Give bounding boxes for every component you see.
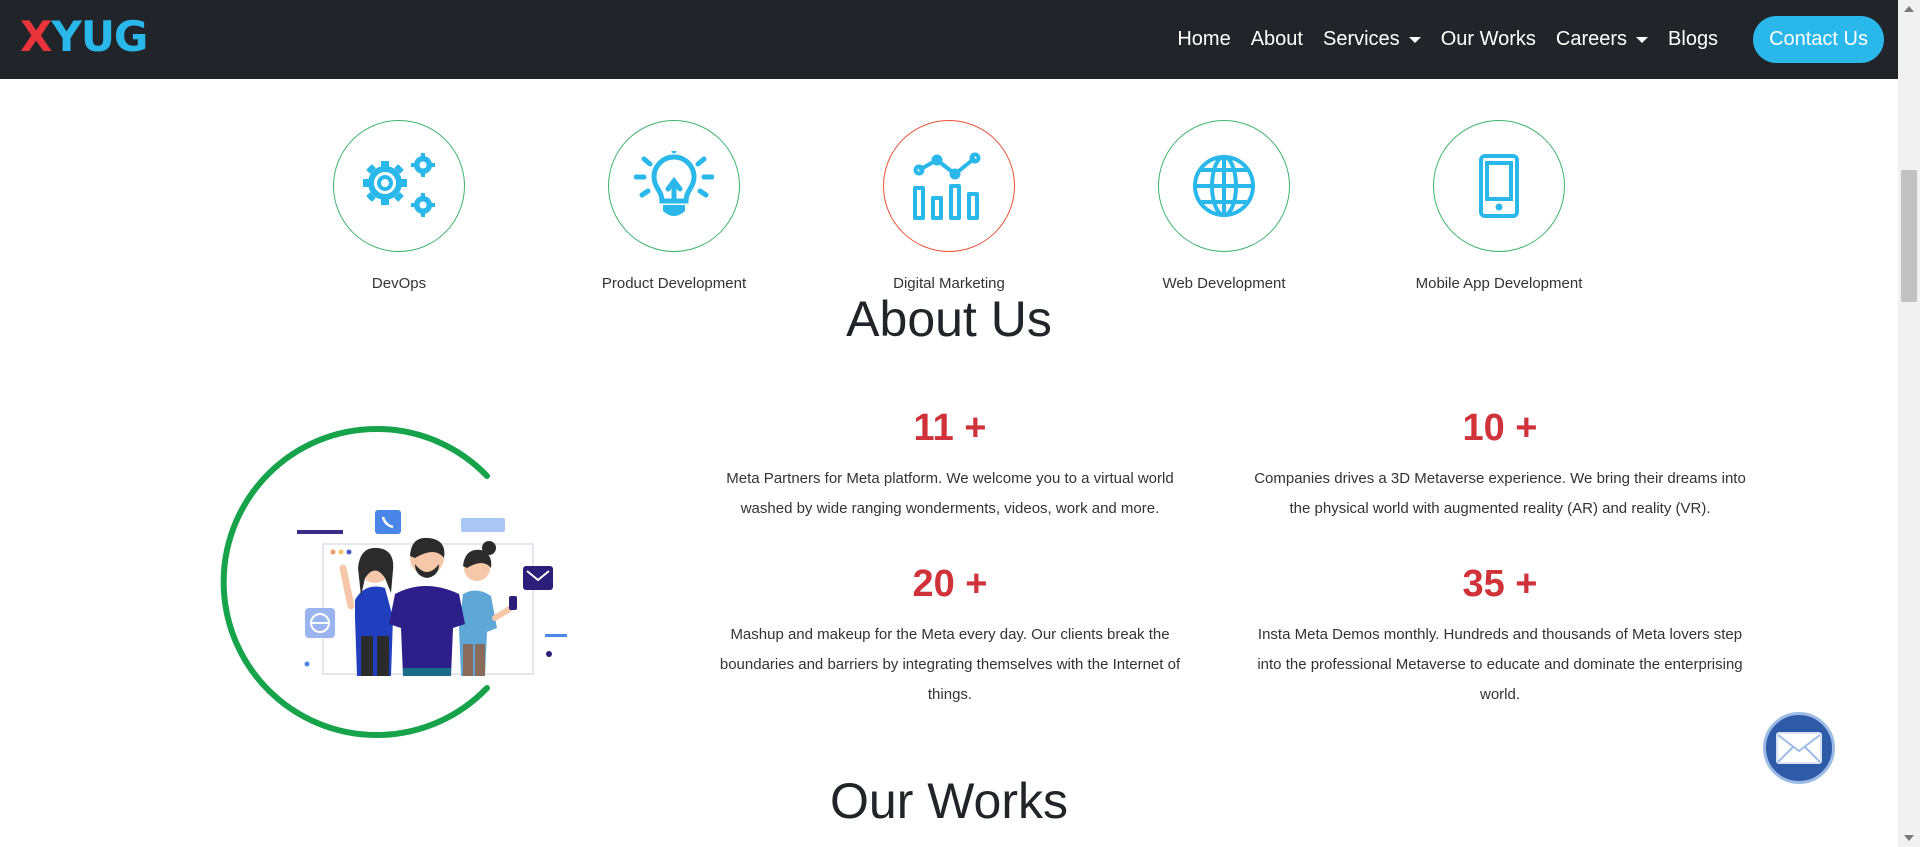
logo-letter-x: X bbox=[20, 12, 52, 61]
globe-icon bbox=[1193, 155, 1255, 217]
chat-bubble-icon bbox=[461, 518, 505, 532]
stat-number: 20 + bbox=[912, 563, 988, 605]
team-illustration-graphic bbox=[220, 426, 567, 738]
envelope-icon bbox=[1776, 732, 1822, 764]
nav-about-label: About bbox=[1250, 28, 1303, 50]
nav-blogs-label: Blogs bbox=[1668, 28, 1719, 50]
service-circle bbox=[883, 120, 1015, 252]
nav-services-label: Services bbox=[1322, 28, 1400, 50]
stat-number: 11 + bbox=[913, 407, 987, 449]
our-works-title: Our Works bbox=[830, 773, 1068, 829]
stat-mashup: 20 + Mashup and makeup for the Meta ever… bbox=[700, 562, 1200, 710]
about-us-title: About Us bbox=[846, 291, 1052, 347]
floating-mail-button[interactable] bbox=[1763, 712, 1835, 784]
service-circle bbox=[1433, 120, 1565, 252]
mobile-phone-icon bbox=[1479, 154, 1519, 218]
main-nav: Home About Services Our Works Careers Bl… bbox=[1167, 0, 1898, 79]
stat-description: Companies drives a 3D Metaverse experien… bbox=[1254, 470, 1746, 517]
nav-home-label: Home bbox=[1177, 28, 1231, 50]
service-product-development[interactable]: Product Development bbox=[569, 120, 779, 292]
nav-careers-dropdown[interactable]: Careers bbox=[1546, 28, 1658, 51]
caret-down-icon bbox=[1408, 36, 1421, 43]
service-circle bbox=[608, 120, 740, 252]
nav-our-works-label: Our Works bbox=[1440, 28, 1536, 50]
stat-description: Meta Partners for Meta platform. We welc… bbox=[726, 470, 1174, 517]
gears-icon bbox=[363, 153, 435, 217]
service-circle bbox=[333, 120, 465, 252]
page-scrollbar[interactable] bbox=[1898, 0, 1920, 847]
stat-insta-demos: 35 + Insta Meta Demos monthly. Hundreds … bbox=[1250, 562, 1750, 710]
green-arc bbox=[220, 426, 490, 738]
service-web-development[interactable]: Web Development bbox=[1119, 120, 1329, 292]
nav-about[interactable]: About bbox=[1241, 28, 1313, 51]
nav-services-dropdown[interactable]: Services bbox=[1313, 28, 1431, 51]
logo-letter-u: U bbox=[80, 12, 115, 61]
scroll-down-arrow-icon[interactable] bbox=[1904, 835, 1914, 841]
logo-letter-y: Y bbox=[51, 12, 81, 61]
brand-logo[interactable]: X Y U G bbox=[20, 12, 148, 61]
logo-letter-g: G bbox=[113, 12, 148, 61]
top-navbar: X Y U G Home About Services Our Works Ca… bbox=[0, 0, 1898, 79]
lightbulb-icon bbox=[634, 151, 714, 216]
stat-companies: 10 + Companies drives a 3D Metaverse exp… bbox=[1250, 406, 1750, 524]
scroll-up-arrow-icon[interactable] bbox=[1904, 6, 1914, 12]
service-mobile-app-development[interactable]: Mobile App Development bbox=[1394, 120, 1604, 292]
service-circle bbox=[1158, 120, 1290, 252]
stat-description: Mashup and makeup for the Meta every day… bbox=[719, 626, 1181, 703]
bar-chart-icon bbox=[913, 152, 981, 220]
phone-bubble-icon bbox=[375, 510, 401, 534]
nav-home[interactable]: Home bbox=[1167, 28, 1240, 51]
contact-us-button[interactable]: Contact Us bbox=[1753, 16, 1884, 63]
service-digital-marketing[interactable]: Digital Marketing bbox=[844, 120, 1054, 292]
stat-number: 35 + bbox=[1462, 563, 1538, 605]
scrollbar-thumb[interactable] bbox=[1901, 170, 1917, 302]
team-illustration bbox=[215, 418, 575, 748]
nav-our-works[interactable]: Our Works bbox=[1431, 28, 1546, 51]
stat-number: 10 + bbox=[1462, 407, 1538, 449]
stat-meta-partners: 11 + Meta Partners for Meta platform. We… bbox=[700, 406, 1200, 524]
nav-blogs[interactable]: Blogs bbox=[1658, 28, 1728, 51]
service-devops[interactable]: DevOps bbox=[294, 120, 504, 292]
nav-careers-label: Careers bbox=[1555, 28, 1628, 50]
stat-description: Insta Meta Demos monthly. Hundreds and t… bbox=[1257, 626, 1743, 703]
caret-down-icon bbox=[1636, 36, 1649, 43]
mail-bubble-icon bbox=[523, 566, 553, 590]
